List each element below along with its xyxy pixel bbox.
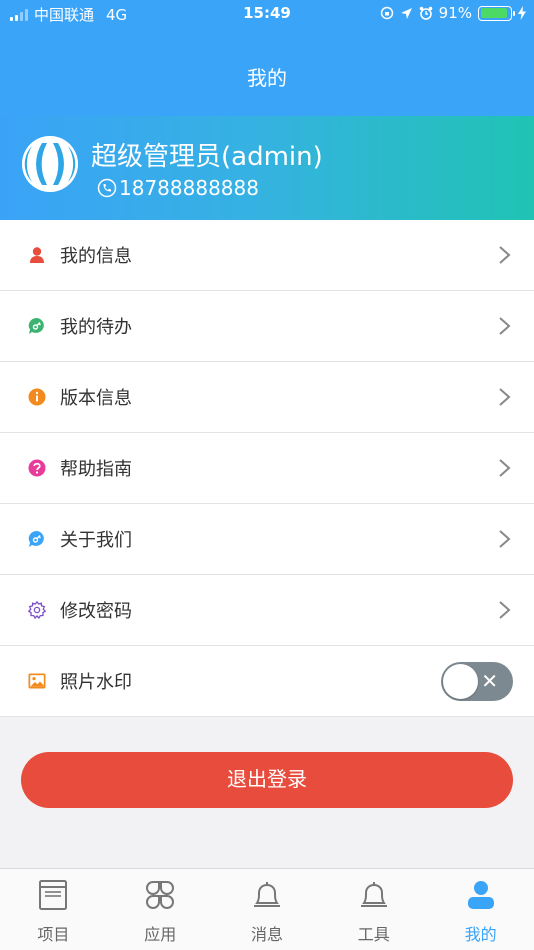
tab-label: 应用 [144, 925, 177, 944]
tab-label: 我的 [464, 925, 497, 944]
battery-percent: 91% [438, 4, 472, 22]
image-icon [28, 673, 46, 689]
logo-icon [22, 136, 78, 192]
menu-item-help-guide[interactable]: 帮助指南 [0, 433, 534, 504]
menu-item-label: 帮助指南 [60, 459, 132, 480]
about-chat-icon [28, 530, 44, 547]
tab-label: 消息 [250, 925, 283, 944]
phone-icon [97, 178, 117, 198]
bell-icon [253, 882, 280, 907]
menu-item-label: 我的信息 [60, 246, 132, 267]
status-right: 91% [380, 4, 526, 22]
user-icon [30, 247, 44, 263]
battery-icon [478, 5, 515, 21]
chevron-right-icon [499, 388, 511, 406]
rotation-lock-icon [380, 6, 393, 20]
avatar[interactable] [22, 136, 78, 192]
tab-apps[interactable]: 应用 [107, 869, 214, 950]
chevron-right-icon [499, 246, 511, 264]
alarm-icon [419, 6, 432, 20]
location-arrow-icon [400, 7, 412, 19]
tab-project[interactable]: 项目 [0, 869, 107, 950]
tab-label: 工具 [357, 925, 390, 944]
tab-label: 项目 [37, 925, 70, 944]
menu-item-label: 照片水印 [60, 672, 132, 693]
close-icon: ✕ [481, 669, 498, 693]
tab-messages[interactable]: 消息 [214, 869, 321, 950]
logout-button[interactable]: 退出登录 [21, 752, 513, 808]
tools-bell-icon [360, 882, 387, 907]
chevron-right-icon [499, 601, 511, 619]
info-icon [28, 388, 46, 406]
menu-item-about-us[interactable]: 关于我们 [0, 504, 534, 575]
todo-chat-icon [28, 317, 44, 334]
menu-item-label: 修改密码 [60, 601, 132, 622]
menu-item-photo-watermark: 照片水印 ✕ [0, 646, 534, 717]
menu-item-version-info[interactable]: 版本信息 [0, 362, 534, 433]
menu-item-label: 关于我们 [60, 530, 132, 551]
status-bar: 中国联通 4G 15:49 91% [0, 0, 534, 28]
gear-icon [28, 601, 46, 619]
chevron-right-icon [499, 530, 511, 548]
project-icon [39, 880, 68, 910]
chevron-right-icon [499, 459, 511, 477]
tab-bar: 项目 应用 消息 工具 我的 [0, 868, 534, 950]
apps-icon [146, 881, 175, 909]
watermark-toggle[interactable]: ✕ [441, 662, 513, 701]
charging-icon [518, 6, 526, 20]
user-name: 超级管理员(admin) [91, 142, 323, 172]
chevron-right-icon [499, 317, 511, 335]
menu-item-label: 我的待办 [60, 317, 132, 338]
tab-tools[interactable]: 工具 [320, 869, 427, 950]
settings-menu: 我的信息 我的待办 版本信息 帮助指南 关于我们 修改密码 照片水印 ✕ [0, 220, 534, 717]
menu-item-change-password[interactable]: 修改密码 [0, 575, 534, 646]
menu-item-my-todo[interactable]: 我的待办 [0, 291, 534, 362]
menu-item-my-info[interactable]: 我的信息 [0, 220, 534, 291]
phone-number: 18788888888 [119, 176, 259, 200]
help-icon [28, 459, 46, 477]
menu-item-label: 版本信息 [60, 388, 132, 409]
person-icon [467, 881, 494, 909]
profile-header[interactable]: 超级管理员(admin) 18788888888 [0, 116, 534, 220]
page-title: 我的 [247, 66, 287, 90]
user-phone: 18788888888 [97, 176, 259, 200]
nav-bar: 我的 [0, 28, 534, 116]
toggle-knob [443, 664, 478, 699]
tab-mine[interactable]: 我的 [427, 869, 534, 950]
